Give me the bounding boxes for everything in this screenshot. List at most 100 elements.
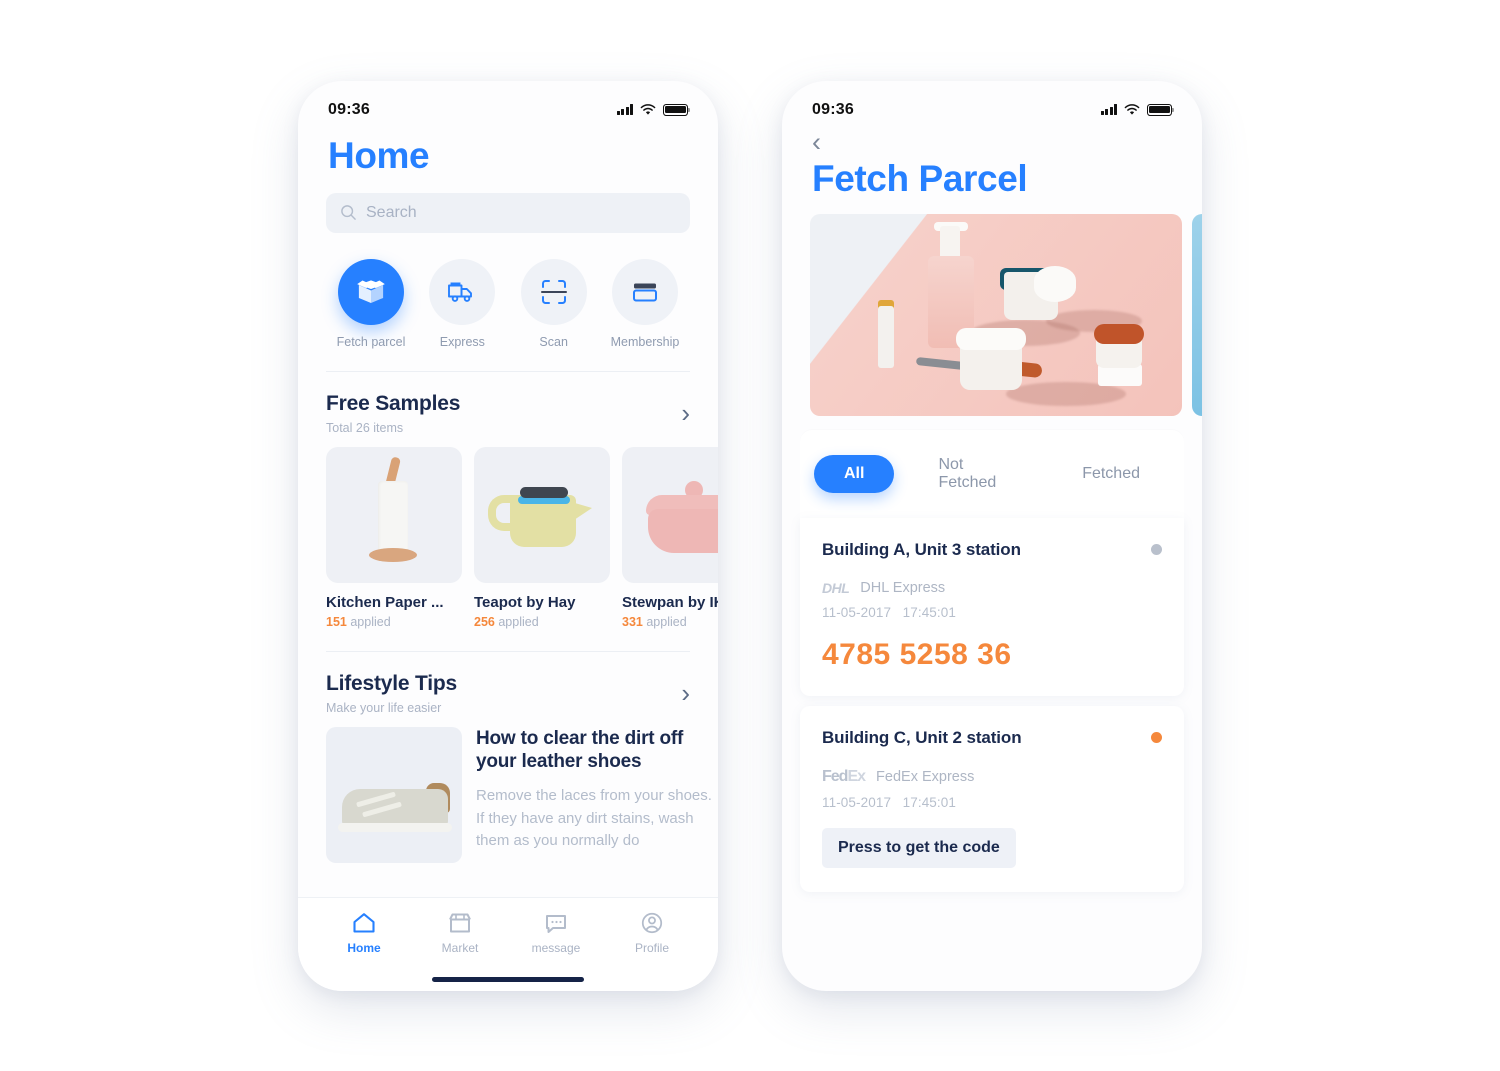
fedex-logo-icon: FedEx: [822, 767, 866, 786]
product-thumbnail: [622, 446, 718, 583]
tab-label: Profile: [634, 941, 669, 955]
free-samples-list: Kitchen Paper ... 151 applied Teapot by …: [298, 435, 718, 629]
status-badge: [1151, 732, 1162, 743]
product-name: Teapot by Hay: [474, 593, 576, 611]
phone-fetch-parcel: 09:36 ‹ Fetch Parcel All Not Fetched Fet…: [782, 80, 1202, 991]
phone-home: 09:36 Home Search Fetch parcel Express S…: [298, 80, 718, 991]
parcel-date: 11-05-2017: [822, 604, 892, 620]
banner-carousel[interactable]: [782, 200, 1202, 416]
quick-action-membership[interactable]: Membership: [606, 258, 684, 349]
filter-tab-not-fetched[interactable]: Not Fetched: [908, 446, 1038, 502]
article-headline: How to clear the dirt off your leather s…: [476, 727, 684, 773]
parcel-date: 11-05-2017: [822, 794, 892, 810]
quick-action-fetch-parcel[interactable]: Fetch parcel: [332, 258, 410, 349]
lifestyle-tips-header[interactable]: Lifestyle Tips Make your life easier ›: [298, 652, 718, 715]
screenshot-canvas: 09:36 Home Search Fetch parcel Express S…: [0, 0, 1500, 1071]
product-thumbnail: [474, 446, 610, 583]
product-name: Stewpan by IK: [622, 593, 718, 611]
applied-count: 151: [326, 614, 347, 629]
fedex-logo-ex: Ex: [847, 767, 866, 785]
filter-tab-all[interactable]: All: [814, 454, 895, 493]
product-applied: 151 applied: [326, 615, 462, 629]
quick-actions: Fetch parcel Express Scan Membership: [298, 233, 718, 371]
get-code-button[interactable]: Press to get the code: [822, 827, 1016, 868]
section-title: Free Samples: [326, 391, 461, 415]
signal-icon: [616, 104, 633, 115]
chat-icon: [546, 915, 566, 933]
tab-market[interactable]: Market: [422, 911, 498, 955]
status-icons: [1100, 103, 1175, 116]
search-icon: [341, 205, 356, 220]
parcel-time-value: 17:45:01: [902, 604, 956, 620]
article-thumbnail: [326, 726, 462, 863]
list-item[interactable]: Teapot by Hay 256 applied: [474, 446, 610, 629]
tab-profile[interactable]: Profile: [614, 911, 690, 955]
truck-icon: [448, 282, 473, 302]
home-icon: [353, 913, 375, 933]
carrier-name: FedEx Express: [876, 768, 975, 785]
parcel-station: Building A, Unit 3 station: [822, 539, 1021, 559]
applied-label: applied: [498, 614, 539, 629]
applied-label: applied: [646, 614, 687, 629]
section-subtitle: Total 26 items: [326, 420, 404, 435]
card-icon: [632, 283, 657, 301]
wifi-icon: [640, 103, 656, 115]
battery-icon: [663, 103, 691, 116]
quick-action-label: Express: [439, 334, 485, 349]
dhl-logo-icon: DHL: [822, 579, 850, 596]
product-name: Kitchen Paper ...: [326, 593, 444, 611]
tab-label: message: [531, 941, 581, 955]
tab-label: Market: [441, 941, 479, 955]
quick-action-express[interactable]: Express: [423, 258, 501, 349]
store-icon: [449, 913, 471, 933]
back-button[interactable]: ‹: [812, 128, 1172, 156]
list-item[interactable]: Kitchen Paper ... 151 applied: [326, 446, 462, 629]
chevron-right-icon[interactable]: ›: [681, 672, 690, 706]
parcel-station: Building C, Unit 2 station: [822, 727, 1022, 747]
status-bar: 09:36: [782, 81, 1202, 127]
status-icons: [616, 103, 691, 116]
parcel-timestamp: 11-05-2017 17:45:01: [822, 795, 1162, 810]
home-indicator: [298, 968, 718, 991]
profile-icon: [641, 912, 663, 934]
parcel-card[interactable]: Building C, Unit 2 station FedEx FedEx E…: [800, 705, 1184, 892]
tab-message[interactable]: message: [518, 911, 594, 955]
search-placeholder: Search: [366, 203, 417, 221]
status-time: 09:36: [328, 100, 370, 118]
product-applied: 331 applied: [622, 615, 718, 629]
fedex-logo-fed: Fed: [822, 767, 848, 785]
section-subtitle: Make your life easier: [326, 700, 442, 715]
applied-count: 331: [622, 614, 643, 629]
tab-bar: Home Market message Profile: [298, 896, 718, 969]
article-body: Remove the laces from your shoes. If the…: [476, 787, 712, 850]
status-badge: [1151, 544, 1162, 555]
tab-home[interactable]: Home: [326, 911, 402, 955]
quick-action-label: Scan: [539, 334, 568, 349]
wifi-icon: [1124, 103, 1140, 115]
parcel-card[interactable]: Building A, Unit 3 station DHL DHL Expre…: [800, 517, 1184, 696]
product-applied: 256 applied: [474, 615, 610, 629]
carrier-name: DHL Express: [860, 579, 946, 596]
free-samples-header[interactable]: Free Samples Total 26 items ›: [298, 372, 718, 435]
section-title: Lifestyle Tips: [326, 671, 458, 695]
search-input[interactable]: Search: [326, 192, 690, 233]
page-title: Home: [328, 134, 430, 176]
list-item[interactable]: Stewpan by IK 331 applied: [622, 446, 718, 629]
page-title: Fetch Parcel: [812, 157, 1028, 199]
parcel-time-value: 17:45:01: [902, 794, 956, 810]
filter-tab-fetched[interactable]: Fetched: [1052, 455, 1170, 493]
filter-tabs: All Not Fetched Fetched: [800, 429, 1184, 518]
quick-action-scan[interactable]: Scan: [515, 258, 593, 349]
quick-action-label: Membership: [610, 334, 680, 349]
scan-icon: [540, 279, 567, 304]
battery-icon: [1147, 103, 1175, 116]
parcel-code: 4785 5258 36: [822, 637, 1012, 671]
chevron-right-icon[interactable]: ›: [681, 392, 690, 426]
banner-image-next[interactable]: [1192, 213, 1202, 416]
box-icon: [357, 279, 385, 303]
applied-count: 256: [474, 614, 495, 629]
article-card[interactable]: How to clear the dirt off your leather s…: [298, 715, 718, 863]
banner-image[interactable]: [810, 213, 1182, 416]
quick-action-label: Fetch parcel: [336, 334, 406, 349]
product-thumbnail: [326, 446, 462, 583]
